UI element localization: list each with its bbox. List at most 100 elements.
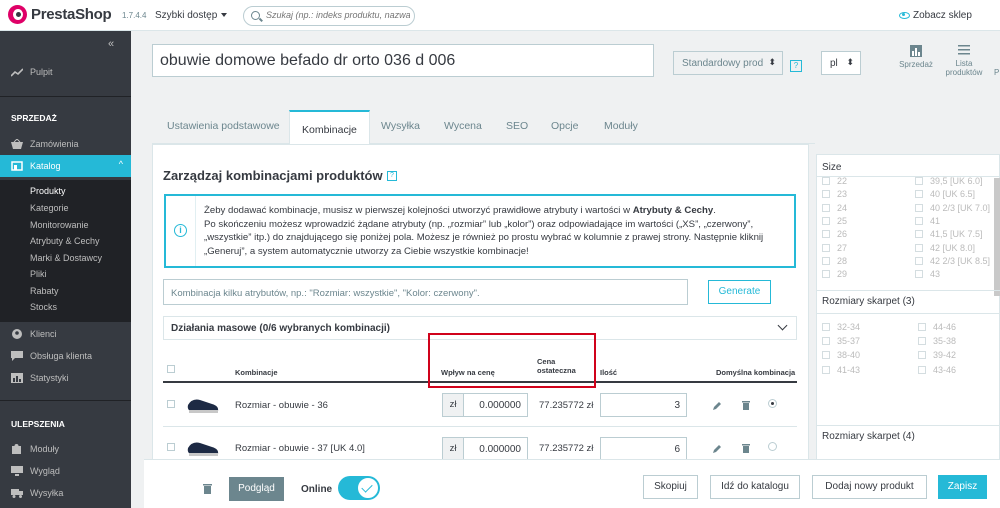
sidebar-item-catalog[interactable]: Katalog ^ — [0, 155, 131, 177]
filter-option[interactable]: 22 — [822, 176, 847, 186]
submenu-files[interactable]: Pliki — [30, 269, 47, 279]
filter-option[interactable]: 32-34 — [822, 322, 860, 332]
filter-checkbox[interactable] — [918, 337, 926, 346]
row-checkbox[interactable] — [167, 443, 175, 451]
filter-option[interactable]: 29 — [822, 269, 847, 279]
filter-checkbox[interactable] — [822, 203, 830, 212]
sidebar-item-orders[interactable]: Zamówienia — [0, 134, 131, 154]
go-to-catalog-button[interactable]: Idź do katalogu — [710, 475, 800, 499]
filter-checkbox[interactable] — [822, 190, 830, 199]
filter-option[interactable]: 35-38 — [918, 336, 956, 346]
filter-option[interactable]: 27 — [822, 243, 847, 253]
filter-option[interactable]: 38-40 — [822, 350, 860, 360]
submenu-products[interactable]: Produkty — [30, 186, 66, 196]
edit-icon[interactable] — [712, 401, 722, 411]
default-combination-radio[interactable] — [768, 442, 777, 451]
size-filter-heading[interactable]: Size — [822, 162, 841, 173]
filter-scrollbar[interactable] — [994, 178, 1000, 296]
filter-checkbox[interactable] — [822, 337, 830, 346]
filter-checkbox[interactable] — [822, 323, 830, 331]
filter-checkbox[interactable] — [822, 177, 830, 185]
tab-combinations[interactable]: Kombinacje — [289, 110, 370, 145]
filter-option[interactable]: 39-42 — [918, 350, 956, 360]
add-new-product-button[interactable]: Dodaj nowy produkt — [812, 475, 927, 499]
submenu-attributes[interactable]: Atrybuty & Cechy — [30, 236, 100, 246]
filter-option[interactable]: 35-37 — [822, 336, 860, 346]
filter-checkbox[interactable] — [822, 256, 830, 265]
sidebar-item-modules[interactable]: Moduły — [0, 439, 131, 459]
help-icon[interactable]: ? — [387, 171, 397, 181]
price-impact-input[interactable]: 0.000000 — [463, 437, 528, 461]
tab-options[interactable]: Opcje — [551, 120, 578, 132]
submenu-discounts[interactable]: Rabaty — [30, 286, 59, 296]
product-type-select[interactable]: Standardowy prod — [673, 51, 783, 75]
filter-checkbox[interactable] — [918, 365, 926, 374]
filter-option[interactable]: 44-46 — [918, 322, 956, 332]
filter-option[interactable]: 41,5 [UK 7.5] — [915, 229, 983, 239]
filter-option[interactable]: 28 — [822, 256, 847, 266]
delete-icon[interactable] — [742, 400, 750, 410]
product-name-input[interactable]: obuwie domowe befado dr orto 036 d 006 — [152, 44, 654, 77]
filter-option[interactable]: 41-43 — [822, 365, 860, 375]
product-thumbnail[interactable] — [186, 438, 220, 458]
filter-option[interactable]: 40 [UK 6.5] — [915, 189, 975, 199]
filter-checkbox[interactable] — [915, 177, 923, 185]
filter-checkbox[interactable] — [915, 190, 923, 199]
filter-option[interactable]: 41 — [915, 216, 940, 226]
tab-shipping[interactable]: Wysyłka — [381, 120, 420, 132]
product-list-toolbar-button[interactable]: Lista produktów — [944, 44, 984, 77]
delete-product-icon[interactable] — [203, 483, 212, 494]
tab-basic-settings[interactable]: Ustawienia podstawowe — [167, 120, 280, 132]
filter-checkbox[interactable] — [915, 243, 923, 252]
generate-button[interactable]: Generate — [708, 280, 771, 304]
filter-checkbox[interactable] — [918, 323, 926, 331]
sidebar-item-dashboard[interactable]: Pulpit — [0, 62, 131, 82]
filter-option[interactable]: 43-46 — [918, 365, 956, 375]
quantity-input[interactable]: 6 — [600, 437, 687, 461]
filter-option[interactable]: 26 — [822, 229, 847, 239]
filter-checkbox[interactable] — [822, 351, 830, 360]
filter-option[interactable]: 23 — [822, 189, 847, 199]
filter-checkbox[interactable] — [915, 203, 923, 212]
filter-checkbox[interactable] — [915, 270, 923, 279]
filter-checkbox[interactable] — [915, 230, 923, 239]
quick-access-dropdown[interactable]: Szybki dostęp — [155, 10, 228, 21]
duplicate-button[interactable]: Skopiuj — [643, 475, 698, 499]
submenu-categories[interactable]: Kategorie — [30, 203, 69, 213]
filter-checkbox[interactable] — [822, 216, 830, 225]
price-impact-input[interactable]: 0.000000 — [463, 393, 528, 417]
filter-checkbox[interactable] — [915, 216, 923, 225]
filter-checkbox[interactable] — [822, 243, 830, 252]
delete-icon[interactable] — [742, 443, 750, 453]
select-all-checkbox[interactable] — [167, 365, 175, 373]
help-icon[interactable]: ? — [790, 60, 802, 72]
product-thumbnail[interactable] — [186, 395, 220, 415]
submenu-monitoring[interactable]: Monitorowanie — [30, 220, 89, 230]
filter-checkbox[interactable] — [822, 365, 830, 374]
search-input[interactable] — [266, 10, 410, 20]
submenu-brands[interactable]: Marki & Dostawcy — [30, 253, 102, 263]
filter-option[interactable]: 24 — [822, 203, 847, 213]
search-box[interactable] — [243, 6, 415, 26]
filter-checkbox[interactable] — [918, 351, 926, 360]
sidebar-item-customers[interactable]: Klienci — [0, 324, 131, 344]
row-checkbox[interactable] — [167, 400, 175, 408]
sidebar-item-customer-service[interactable]: Obsługa klienta — [0, 346, 131, 366]
online-toggle[interactable] — [338, 476, 380, 500]
language-select[interactable]: pl — [821, 51, 861, 75]
filter-option[interactable]: 42 2/3 [UK 8.5] — [915, 256, 990, 266]
save-button[interactable]: Zapisz — [938, 475, 987, 499]
tab-pricing[interactable]: Wycena — [444, 120, 482, 132]
cut-off-toolbar-label[interactable]: P — [994, 68, 999, 77]
preview-button[interactable]: Podgląd — [229, 477, 284, 501]
filter-option[interactable]: 42 [UK 8.0] — [915, 243, 975, 253]
edit-icon[interactable] — [712, 444, 722, 454]
sales-toolbar-button[interactable]: Sprzedaż — [896, 45, 936, 69]
tab-modules[interactable]: Moduły — [604, 120, 638, 132]
combination-attributes-input[interactable]: Kombinacja kilku atrybutów, np.: "Rozmia… — [163, 279, 688, 305]
sidebar-item-shipping[interactable]: Wysyłka — [0, 483, 131, 503]
filter-checkbox[interactable] — [822, 230, 830, 239]
sidebar-item-stats[interactable]: Statystyki — [0, 368, 131, 388]
filter-option[interactable]: 25 — [822, 216, 847, 226]
filter-option[interactable]: 40 2/3 [UK 7.0] — [915, 203, 990, 213]
